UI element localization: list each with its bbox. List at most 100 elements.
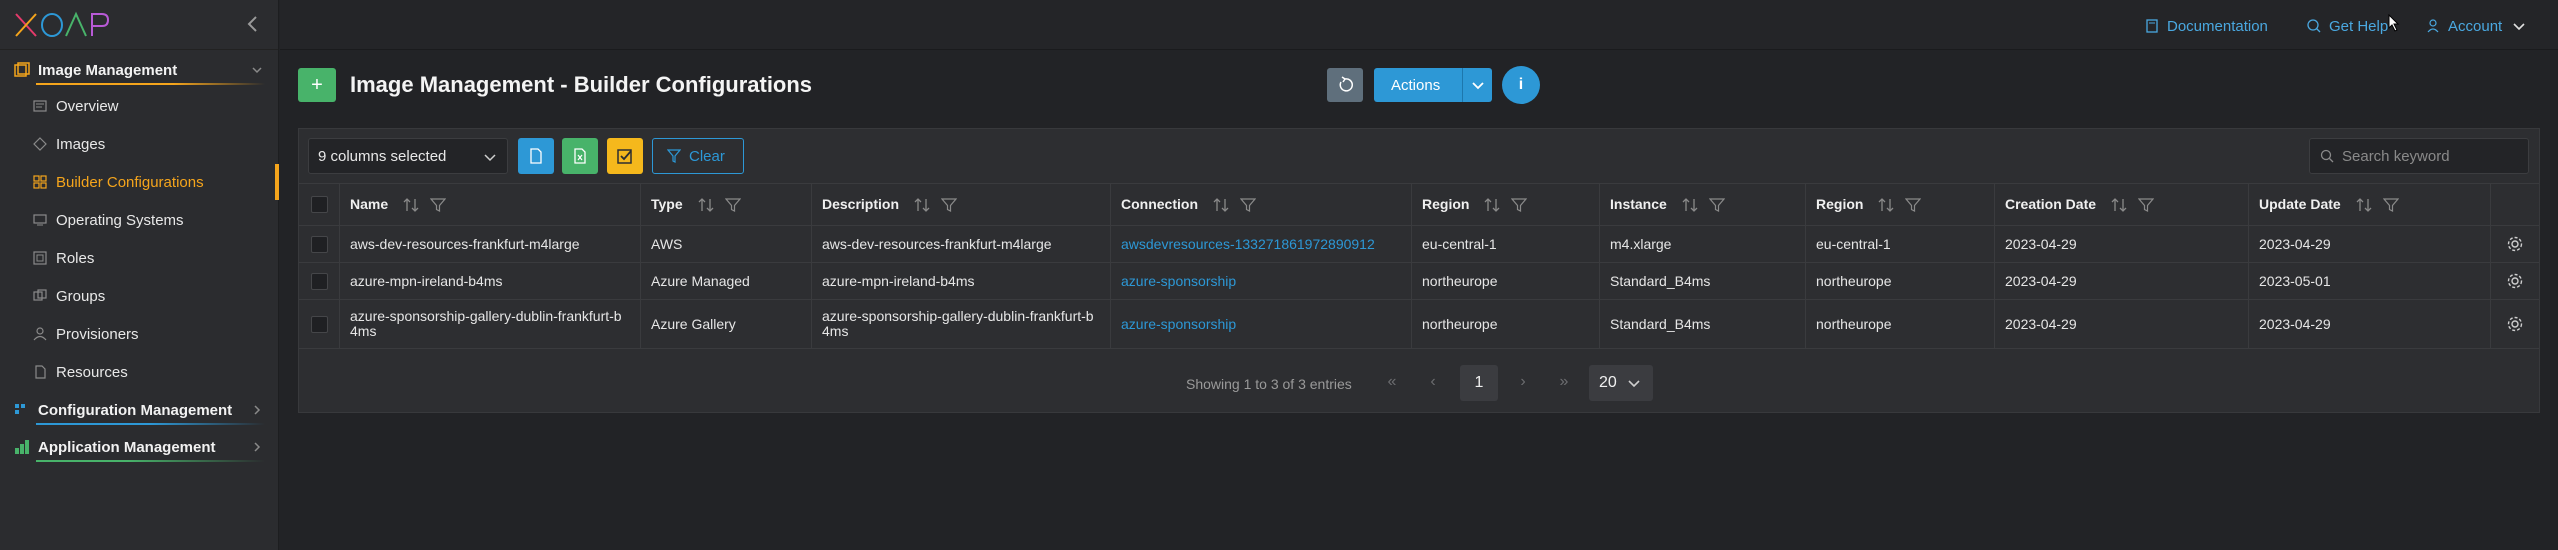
column-header-creation-date[interactable]: Creation Date [1994,184,2248,225]
table-row[interactable]: azure-mpn-ireland-b4ms Azure Managed azu… [299,262,2539,299]
sort-icon[interactable] [1877,197,1895,213]
sidebar-item-builder-configurations[interactable]: Builder Configurations [0,164,279,200]
account-menu[interactable]: Account [2426,16,2526,36]
sidebar-item-groups[interactable]: Groups [0,278,279,314]
column-label: Name [350,196,389,212]
connection-link[interactable]: azure-sponsorship [1121,273,1236,289]
info-button[interactable]: i [1502,66,1540,104]
sidebar-item-label: Operating Systems [56,211,184,229]
actions-button[interactable]: Actions [1374,68,1492,102]
search-box[interactable] [2309,138,2529,174]
search-input[interactable] [2342,147,2522,165]
next-page-button[interactable]: › [1515,374,1531,390]
documentation-link[interactable]: Documentation [2145,16,2268,36]
filter-clear-icon [667,149,681,163]
column-header-name[interactable]: Name [339,184,640,225]
select-all-button[interactable] [607,138,643,174]
column-label: Region [1816,196,1864,212]
sort-icon[interactable] [1212,197,1230,213]
sidebar-item-label: Builder Configurations [56,173,204,191]
sidebar-item-operating-systems[interactable]: Operating Systems [0,202,279,238]
nav-group-label: Application Management [38,438,216,456]
column-header-update-date[interactable]: Update Date [2248,184,2490,225]
sort-icon[interactable] [402,197,420,213]
export-file-button[interactable] [518,138,554,174]
connection-link[interactable]: azure-sponsorship [1121,316,1236,332]
operating-systems-icon [33,214,47,226]
nav-group-image-management[interactable]: Image Management [0,52,279,88]
filter-icon[interactable] [1240,197,1256,213]
filter-icon[interactable] [430,197,447,213]
table-panel: 9 columns selected Clear Name Type Descr… [298,128,2540,413]
column-header-description[interactable]: Description [811,184,1110,225]
cell-description: aws-dev-resources-frankfurt-m4large [811,226,1110,262]
get-help-link[interactable]: Get Help [2307,16,2388,36]
gear-icon[interactable] [2506,272,2524,290]
add-button[interactable]: + [298,68,336,102]
xoap-logo [15,11,110,37]
sort-icon[interactable] [913,197,931,213]
filter-icon[interactable] [1511,197,1528,213]
first-page-button[interactable]: « [1384,374,1400,390]
sort-icon[interactable] [2355,197,2373,213]
page-number-button[interactable]: 1 [1460,365,1498,401]
column-label: Type [651,196,683,212]
header-checkbox-cell [299,184,339,225]
filter-icon[interactable] [941,197,958,213]
sidebar-item-overview[interactable]: Overview [0,88,279,124]
sidebar-item-resources[interactable]: Resources [0,354,279,390]
cell-instance: Standard_B4ms [1599,300,1805,348]
account-label: Account [2448,17,2503,35]
filter-icon[interactable] [1905,197,1922,213]
row-checkbox[interactable] [310,235,328,253]
refresh-button[interactable] [1327,68,1363,102]
actions-dropdown-toggle[interactable] [1463,78,1492,92]
application-management-icon [15,440,29,454]
page-size-select[interactable]: 20 [1589,365,1653,401]
configuration-management-icon [15,404,25,414]
column-header-region-2[interactable]: Region [1805,184,1994,225]
sort-icon[interactable] [1681,197,1699,213]
export-excel-button[interactable] [562,138,598,174]
filter-icon[interactable] [2382,197,2399,213]
gear-icon[interactable] [2506,315,2524,333]
sidebar-item-roles[interactable]: Roles [0,240,279,276]
top-bar: Documentation Get Help Account [280,0,2558,50]
filter-icon[interactable] [724,197,741,213]
sidebar-item-images[interactable]: Images [0,126,279,162]
chevron-down-icon [1471,82,1484,90]
row-checkbox[interactable] [310,272,328,290]
prev-page-button[interactable]: ‹ [1425,374,1441,390]
sort-icon[interactable] [1483,197,1501,213]
row-actions-cell [2490,300,2539,348]
book-icon [2146,19,2158,33]
connection-link[interactable]: awsdevresources-133271861972890912 [1121,236,1375,252]
sort-icon[interactable] [697,197,715,213]
header-actions-cell [2490,184,2539,225]
cell-name: aws-dev-resources-frankfurt-m4large [339,226,640,262]
cell-description: azure-sponsorship-gallery-dublin-frankfu… [811,300,1110,348]
table-row[interactable]: azure-sponsorship-gallery-dublin-frankfu… [299,299,2539,349]
last-page-button[interactable]: » [1556,374,1572,390]
collapse-sidebar-icon[interactable] [244,12,262,36]
column-header-type[interactable]: Type [640,184,811,225]
chevron-down-icon [2513,23,2525,31]
clear-label: Clear [689,147,725,165]
column-label: Creation Date [2005,196,2097,212]
column-header-instance[interactable]: Instance [1599,184,1805,225]
column-header-connection[interactable]: Connection [1110,184,1411,225]
select-all-checkbox[interactable] [310,196,328,213]
sort-icon[interactable] [2110,197,2128,213]
filter-icon[interactable] [2138,197,2155,213]
column-label: Update Date [2259,196,2341,212]
sidebar-item-provisioners[interactable]: Provisioners [0,316,279,352]
nav-group-application-management[interactable]: Application Management [0,429,279,465]
nav-group-configuration-management[interactable]: Configuration Management [0,392,279,428]
column-header-region[interactable]: Region [1411,184,1599,225]
table-row[interactable]: aws-dev-resources-frankfurt-m4large AWS … [299,225,2539,262]
gear-icon[interactable] [2506,235,2524,253]
filter-icon[interactable] [1708,197,1725,213]
columns-select[interactable]: 9 columns selected [308,138,508,174]
row-checkbox[interactable] [310,315,328,333]
clear-filters-button[interactable]: Clear [652,138,744,174]
